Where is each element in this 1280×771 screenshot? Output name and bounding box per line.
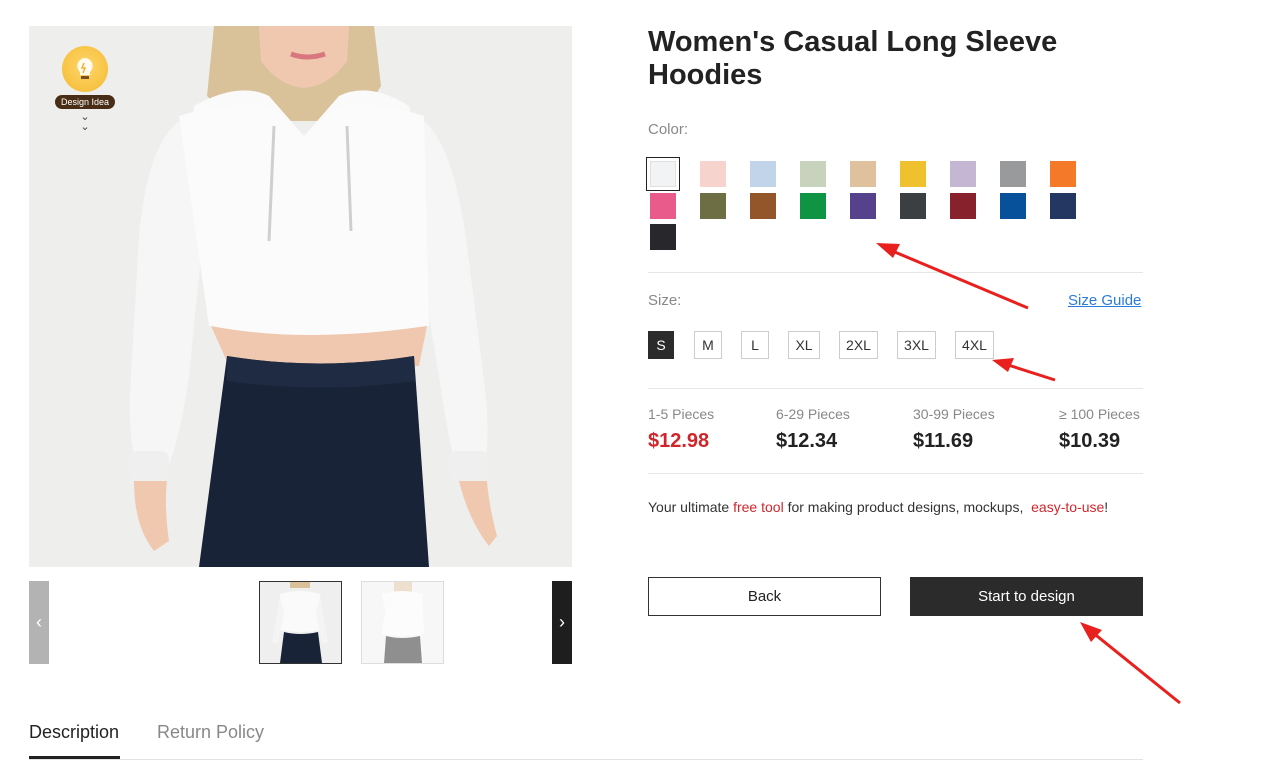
tagline-text: for making product designs, mockups, bbox=[783, 499, 1032, 515]
tab-description[interactable]: Description bbox=[29, 722, 119, 743]
design-idea-label: Design Idea bbox=[55, 95, 116, 109]
tier-quantity: 1-5 Pieces bbox=[648, 406, 715, 422]
design-idea-badge[interactable]: Design Idea ⌄ ⌄ bbox=[55, 46, 116, 133]
tier-quantity: 6-29 Pieces bbox=[776, 406, 850, 422]
chevron-left-icon: ‹ bbox=[36, 612, 42, 632]
product-title: Women's Casual Long Sleeve Hoodies bbox=[648, 26, 1058, 91]
color-swatch-lavender[interactable] bbox=[950, 161, 976, 187]
size-label: Size: bbox=[648, 292, 682, 309]
tier-quantity: ≥ 100 Pieces bbox=[1059, 406, 1140, 422]
thumbnail-front[interactable] bbox=[259, 581, 342, 664]
gallery-next-button[interactable]: › bbox=[552, 581, 572, 664]
start-to-design-button[interactable]: Start to design bbox=[910, 577, 1143, 616]
tagline-text: ! bbox=[1104, 499, 1109, 515]
tagline-text: Your ultimate bbox=[648, 499, 734, 515]
color-swatch-sage[interactable] bbox=[800, 161, 826, 187]
size-option-4xl[interactable]: 4XL bbox=[955, 331, 994, 359]
color-swatch-purple[interactable] bbox=[850, 193, 876, 219]
color-swatch-green[interactable] bbox=[800, 193, 826, 219]
gallery-prev-button[interactable]: ‹ bbox=[29, 581, 49, 664]
promo-tagline: Your ultimate free tool for making produ… bbox=[648, 499, 1108, 515]
tier-price: $12.98 bbox=[648, 430, 710, 452]
tier-price: $10.39 bbox=[1059, 430, 1121, 452]
color-swatch-olive[interactable] bbox=[700, 193, 726, 219]
tagline-highlight: easy-to-use bbox=[1031, 499, 1105, 515]
size-option-2xl[interactable]: 2XL bbox=[839, 331, 878, 359]
color-swatch-navy[interactable] bbox=[1050, 193, 1076, 219]
tab-return-policy[interactable]: Return Policy bbox=[157, 722, 264, 743]
arrow-icon bbox=[1080, 622, 1181, 705]
color-swatch-black[interactable] bbox=[650, 224, 676, 250]
size-option-s[interactable]: S bbox=[648, 331, 674, 359]
color-label: Color: bbox=[648, 121, 689, 138]
size-option-m[interactable]: M bbox=[694, 331, 722, 359]
divider bbox=[648, 388, 1143, 389]
price-tier: 6-29 Pieces $12.34 bbox=[776, 406, 850, 453]
color-swatch-gold[interactable] bbox=[900, 161, 926, 187]
divider bbox=[648, 473, 1143, 474]
arrow-icon bbox=[876, 243, 1029, 310]
tagline-highlight: free tool bbox=[733, 499, 784, 515]
color-swatch-tan[interactable] bbox=[850, 161, 876, 187]
arrow-icon bbox=[992, 358, 1056, 382]
tab-divider bbox=[29, 759, 1143, 760]
size-option-xl[interactable]: XL bbox=[788, 331, 820, 359]
color-swatch-grey[interactable] bbox=[1000, 161, 1026, 187]
color-swatch-light-pink[interactable] bbox=[700, 161, 726, 187]
back-button[interactable]: Back bbox=[648, 577, 881, 616]
color-swatch-royal[interactable] bbox=[1000, 193, 1026, 219]
price-tier: 30-99 Pieces $11.69 bbox=[913, 406, 995, 453]
price-tier: 1-5 Pieces $12.98 bbox=[648, 406, 714, 453]
color-swatch-orange[interactable] bbox=[1050, 161, 1076, 187]
divider bbox=[648, 272, 1143, 273]
color-swatch-maroon[interactable] bbox=[950, 193, 976, 219]
chevron-right-icon: › bbox=[559, 612, 565, 632]
size-option-3xl[interactable]: 3XL bbox=[897, 331, 936, 359]
color-swatch-brown[interactable] bbox=[750, 193, 776, 219]
price-tier: ≥ 100 Pieces $10.39 bbox=[1059, 406, 1140, 453]
color-swatch-white[interactable] bbox=[646, 157, 680, 191]
tier-quantity: 30-99 Pieces bbox=[913, 406, 995, 422]
lightbulb-icon bbox=[62, 46, 108, 92]
thumbnail-side[interactable] bbox=[361, 581, 444, 664]
color-swatch-charcoal[interactable] bbox=[900, 193, 926, 219]
double-chevron-down-icon[interactable]: ⌄ ⌄ bbox=[55, 112, 115, 133]
tier-price: $12.34 bbox=[776, 430, 838, 452]
color-swatch-light-blue[interactable] bbox=[750, 161, 776, 187]
color-swatch-pink[interactable] bbox=[650, 193, 676, 219]
size-option-l[interactable]: L bbox=[741, 331, 769, 359]
tier-price: $11.69 bbox=[913, 430, 974, 452]
size-guide-link[interactable]: Size Guide bbox=[1068, 292, 1141, 309]
